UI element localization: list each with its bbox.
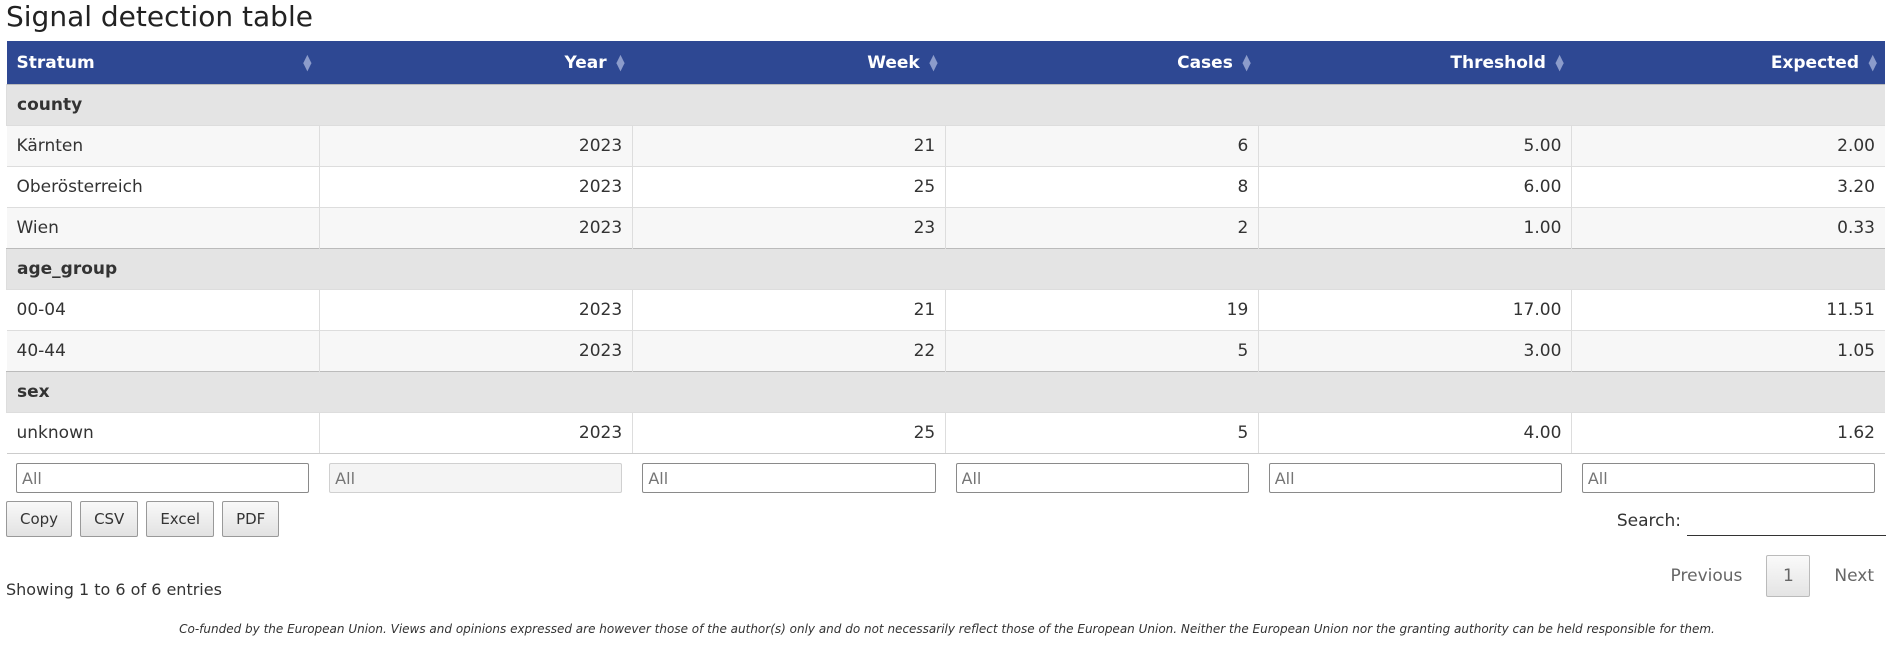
export-buttons: Copy CSV Excel PDF — [6, 501, 280, 537]
excel-button[interactable]: Excel — [146, 501, 215, 537]
cell-stratum: 40-44 — [6, 330, 320, 372]
cell-week: 21 — [632, 289, 946, 331]
sort-icon: ▲ ▼ — [616, 51, 625, 73]
cell-stratum: Wien — [6, 207, 320, 249]
csv-button[interactable]: CSV — [80, 501, 139, 537]
cell-week: 25 — [632, 412, 946, 454]
column-header-label: Stratum — [16, 52, 95, 73]
cell-threshold: 17.00 — [1258, 289, 1572, 331]
group-row: sex — [6, 371, 1885, 413]
cell-stratum: Kärnten — [6, 125, 320, 167]
filter-stratum-input[interactable] — [16, 463, 310, 493]
sort-icon: ▲ ▼ — [303, 51, 312, 73]
cell-expected: 11.51 — [1571, 289, 1885, 331]
cell-year: 2023 — [319, 125, 633, 167]
sort-icon: ▲ ▼ — [1242, 51, 1251, 73]
previous-button[interactable]: Previous — [1661, 556, 1753, 596]
cell-cases: 6 — [945, 125, 1259, 167]
column-header-label: Cases — [1177, 52, 1233, 73]
table-row: unknown 2023 25 5 4.00 1.62 — [6, 412, 1885, 454]
table-header-row: Stratum ▲ ▼ Year ▲ ▼ Week ▲ ▼ Cases ▲ ▼ Threshol… — [6, 41, 1885, 85]
column-header-label: Week — [867, 52, 920, 73]
next-button[interactable]: Next — [1824, 556, 1884, 596]
cell-expected: 1.62 — [1571, 412, 1885, 454]
cell-expected: 1.05 — [1571, 330, 1885, 372]
group-label: sex — [6, 371, 1885, 413]
cell-stratum: unknown — [6, 412, 320, 454]
group-label: age_group — [6, 248, 1885, 290]
page-title: Signal detection table — [6, 0, 313, 33]
cell-threshold: 6.00 — [1258, 166, 1572, 208]
column-header-label: Threshold — [1450, 52, 1546, 73]
signal-table: Stratum ▲ ▼ Year ▲ ▼ Week ▲ ▼ Cases ▲ ▼ Threshol… — [6, 41, 1885, 454]
cell-week: 22 — [632, 330, 946, 372]
pagination: Previous 1 Next — [1661, 555, 1884, 597]
cell-cases: 19 — [945, 289, 1259, 331]
cell-cases: 5 — [945, 330, 1259, 372]
search-box: Search: — [1617, 505, 1886, 536]
pdf-button[interactable]: PDF — [222, 501, 280, 537]
table-row: Kärnten 2023 21 6 5.00 2.00 — [6, 125, 1885, 167]
column-header-cases[interactable]: Cases ▲ ▼ — [945, 41, 1259, 85]
column-header-stratum[interactable]: Stratum ▲ ▼ — [6, 41, 320, 85]
cell-expected: 3.20 — [1571, 166, 1885, 208]
cell-stratum: Oberösterreich — [6, 166, 320, 208]
cell-week: 21 — [632, 125, 946, 167]
cell-year: 2023 — [319, 207, 633, 249]
column-header-label: Expected — [1770, 52, 1859, 73]
search-label: Search: — [1616, 510, 1681, 531]
group-row: county — [6, 84, 1885, 126]
filter-week-input[interactable] — [642, 463, 936, 493]
cell-cases: 5 — [945, 412, 1259, 454]
cell-expected: 2.00 — [1571, 125, 1885, 167]
sort-icon: ▲ ▼ — [1868, 51, 1877, 73]
column-header-label: Year — [564, 52, 607, 73]
group-row: age_group — [6, 248, 1885, 290]
filter-year-input[interactable] — [329, 463, 623, 493]
cell-week: 23 — [632, 207, 946, 249]
column-filters — [6, 463, 1885, 493]
page-button-1[interactable]: 1 — [1766, 555, 1811, 597]
cell-cases: 2 — [945, 207, 1259, 249]
column-header-threshold[interactable]: Threshold ▲ ▼ — [1258, 41, 1572, 85]
table-row: Oberösterreich 2023 25 8 6.00 3.20 — [6, 166, 1885, 208]
sort-icon: ▲ ▼ — [1555, 51, 1564, 73]
cell-year: 2023 — [319, 412, 633, 454]
cell-year: 2023 — [319, 166, 633, 208]
filter-cases-input[interactable] — [955, 463, 1249, 493]
cell-threshold: 1.00 — [1258, 207, 1572, 249]
eu-disclaimer: Co-funded by the European Union. Views a… — [179, 622, 1715, 636]
cell-year: 2023 — [319, 330, 633, 372]
cell-threshold: 4.00 — [1258, 412, 1572, 454]
sort-icon: ▲ ▼ — [929, 51, 938, 73]
cell-cases: 8 — [945, 166, 1259, 208]
cell-year: 2023 — [319, 289, 633, 331]
cell-expected: 0.33 — [1571, 207, 1885, 249]
cell-threshold: 3.00 — [1258, 330, 1572, 372]
table-row: 40-44 2023 22 5 3.00 1.05 — [6, 330, 1885, 372]
cell-stratum: 00-04 — [6, 289, 320, 331]
column-header-week[interactable]: Week ▲ ▼ — [632, 41, 946, 85]
cell-threshold: 5.00 — [1258, 125, 1572, 167]
filter-threshold-input[interactable] — [1268, 463, 1562, 493]
cell-week: 25 — [632, 166, 946, 208]
table-row: Wien 2023 23 2 1.00 0.33 — [6, 207, 1885, 249]
column-header-year[interactable]: Year ▲ ▼ — [319, 41, 633, 85]
table-row: 00-04 2023 21 19 17.00 11.51 — [6, 289, 1885, 331]
search-input[interactable] — [1687, 505, 1886, 536]
column-header-expected[interactable]: Expected ▲ ▼ — [1571, 41, 1885, 85]
group-label: county — [6, 84, 1885, 126]
filter-expected-input[interactable] — [1581, 463, 1876, 493]
table-info: Showing 1 to 6 of 6 entries — [6, 580, 222, 599]
copy-button[interactable]: Copy — [6, 501, 73, 537]
